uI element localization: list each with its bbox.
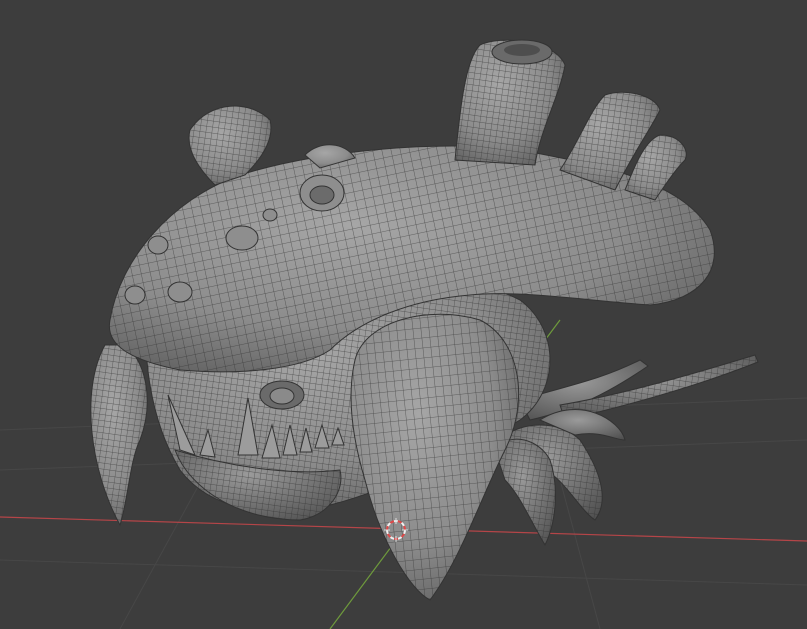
viewport-canvas[interactable] bbox=[0, 0, 807, 629]
tail-tentacles bbox=[519, 354, 759, 421]
3d-viewport[interactable] bbox=[0, 0, 807, 629]
eye-socket bbox=[259, 380, 305, 410]
rear-claws bbox=[494, 409, 626, 547]
left-claw bbox=[90, 344, 148, 527]
front-cone-claw bbox=[350, 313, 520, 601]
